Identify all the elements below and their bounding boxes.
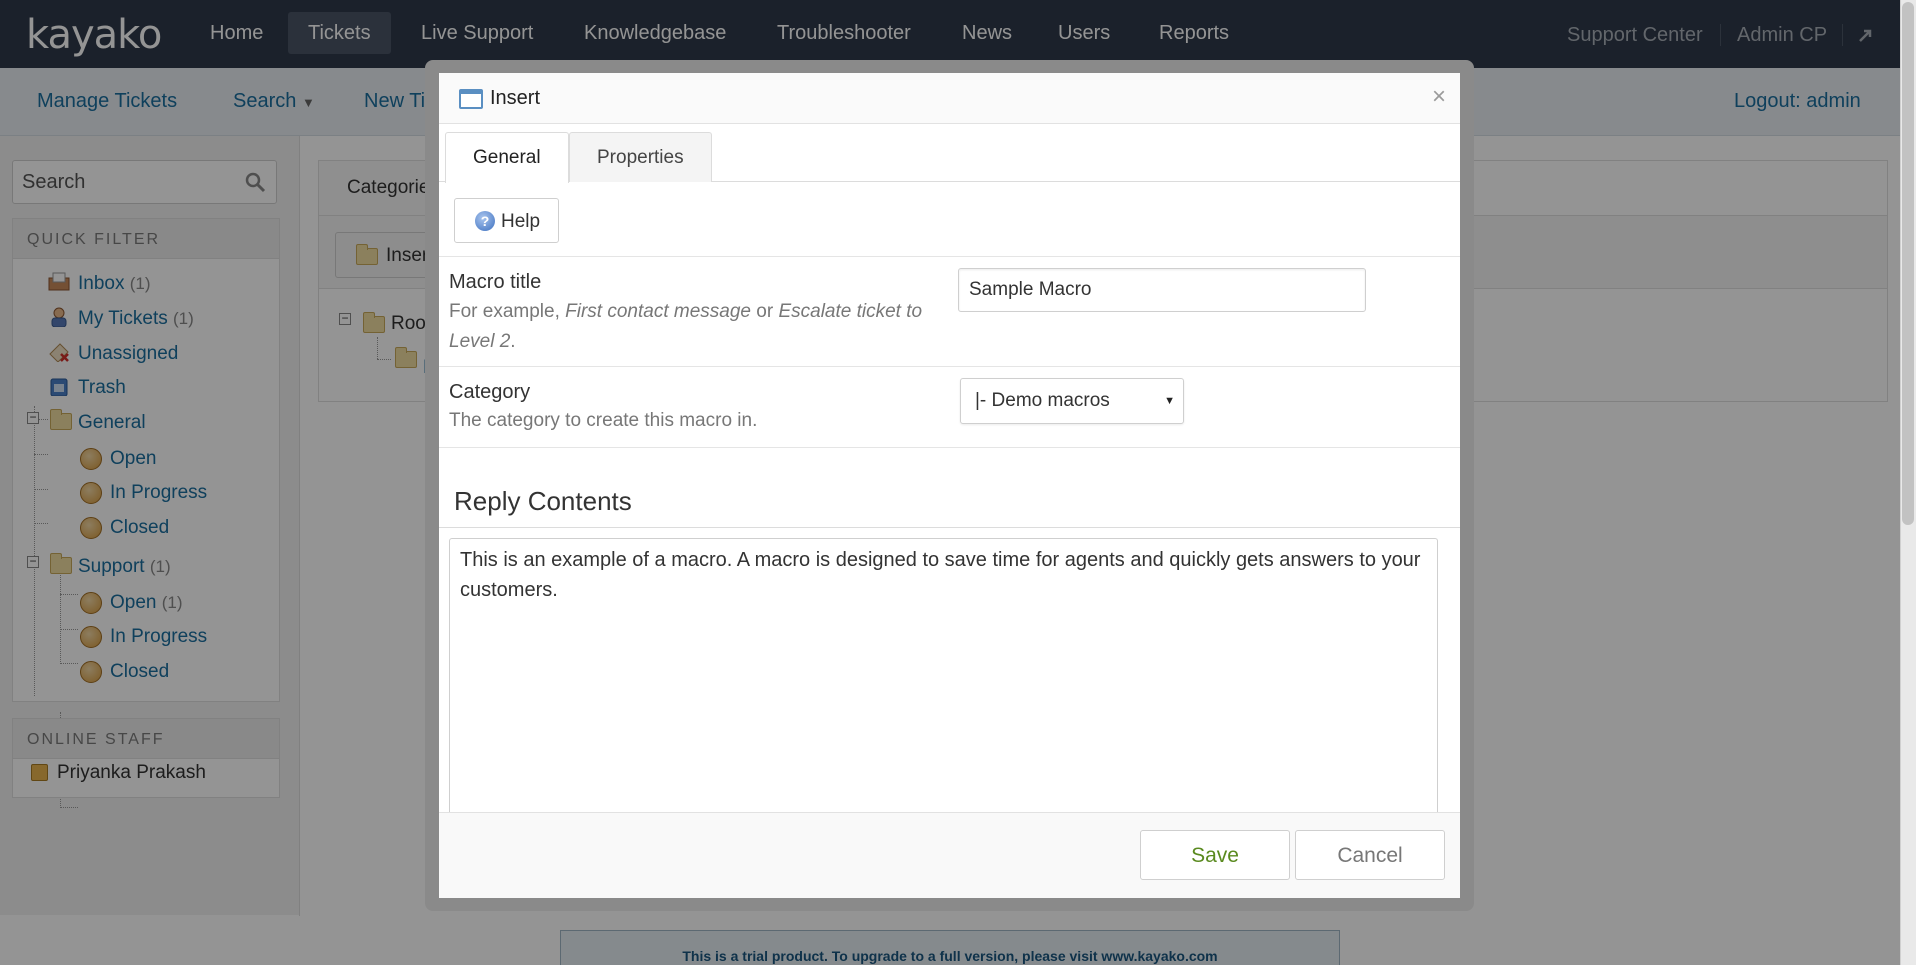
macro-title-label: Macro title bbox=[449, 271, 542, 293]
desc-text: . bbox=[510, 331, 516, 352]
help-button[interactable]: ? Help bbox=[454, 198, 559, 243]
help-toolbar: ? Help bbox=[439, 182, 1460, 257]
window-icon bbox=[459, 89, 483, 109]
category-description: The category to create this macro in. bbox=[449, 410, 758, 431]
section-divider bbox=[439, 527, 1460, 528]
help-icon: ? bbox=[475, 211, 495, 231]
cancel-button[interactable]: Cancel bbox=[1295, 830, 1445, 880]
tab-properties[interactable]: Properties bbox=[569, 132, 712, 182]
category-row: Category The category to create this mac… bbox=[439, 367, 1460, 448]
reply-contents-textarea[interactable]: This is an example of a macro. A macro i… bbox=[449, 538, 1438, 828]
dialog-header: Insert × bbox=[439, 73, 1460, 124]
page-scrollbar[interactable] bbox=[1900, 0, 1916, 965]
category-select-value: |- Demo macros bbox=[975, 390, 1110, 411]
macro-title-description: For example, First contact message or Es… bbox=[449, 297, 939, 357]
reply-contents-title: Reply Contents bbox=[454, 486, 632, 516]
caret-down-icon: ▼ bbox=[1164, 395, 1175, 407]
dialog-tabs: General Properties bbox=[439, 124, 1460, 183]
save-button[interactable]: Save bbox=[1140, 830, 1290, 880]
dialog-title: Insert bbox=[490, 87, 541, 109]
tab-general[interactable]: General bbox=[445, 132, 569, 183]
category-label: Category bbox=[449, 381, 531, 403]
macro-title-row: Macro title For example, First contact m… bbox=[439, 257, 1460, 367]
desc-text: or bbox=[751, 301, 779, 322]
insert-macro-dialog: Insert × General Properties ? Help Macro… bbox=[439, 73, 1460, 898]
scrollbar-thumb[interactable] bbox=[1902, 2, 1914, 525]
dialog-footer: Save Cancel bbox=[439, 812, 1460, 898]
desc-example: First contact message bbox=[565, 301, 751, 322]
desc-text: For example, bbox=[449, 301, 566, 322]
help-label: Help bbox=[501, 211, 541, 232]
close-icon[interactable]: × bbox=[1432, 83, 1446, 111]
category-select[interactable]: |- Demo macros ▼ bbox=[960, 378, 1184, 424]
macro-title-input[interactable] bbox=[958, 268, 1366, 312]
